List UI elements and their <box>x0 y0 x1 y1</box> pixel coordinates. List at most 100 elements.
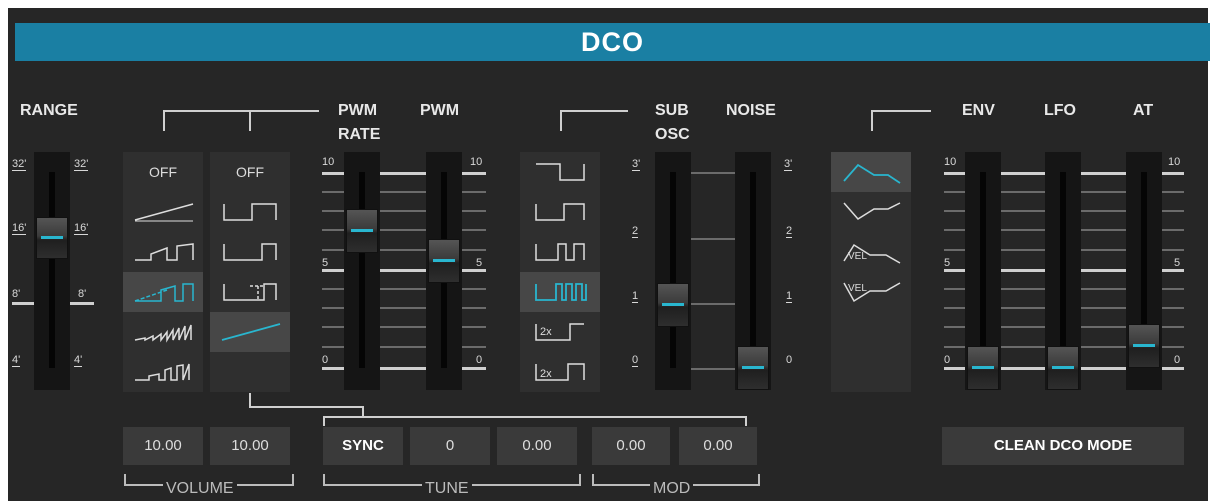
saw-pulse-wave-icon <box>135 243 194 261</box>
tune-1-value[interactable]: 0 <box>410 427 490 465</box>
pwm-rate-label-line2: RATE <box>338 126 381 143</box>
tick <box>380 191 428 193</box>
range-slider-knob[interactable] <box>36 217 68 259</box>
sub-scale-3: 3' <box>632 158 641 171</box>
sub-square-button[interactable] <box>520 152 600 192</box>
sub-osc-slider-knob[interactable] <box>657 283 689 327</box>
wave1-saw-sync-button[interactable] <box>123 312 203 352</box>
title-bar: DCO <box>15 23 1210 61</box>
sub-2x-pulse-button[interactable]: 2x <box>520 352 600 392</box>
sub-square-double-wave-icon <box>535 243 585 261</box>
pwm-rate-scale-0: 0 <box>322 354 329 366</box>
wave2-off-button[interactable]: OFF <box>210 152 290 192</box>
connector <box>323 416 325 426</box>
waveform-column-1: OFF <box>123 152 203 392</box>
wave1-saw-pulse-button[interactable] <box>123 232 203 272</box>
sub-2x-pulse-wave-icon: 2x <box>535 363 585 381</box>
waveform-column-2: OFF <box>210 152 290 392</box>
mod-group-label: MOD <box>650 481 694 497</box>
wave2-pulse-button[interactable] <box>210 232 290 272</box>
dco-app: DCO RANGE PWM RATE PWM SUB OSC NOISE ENV… <box>0 0 1214 501</box>
tick <box>690 238 738 240</box>
tick <box>690 368 738 370</box>
sub-square-2-wave-icon <box>535 203 585 221</box>
mod-2-value[interactable]: 0.00 <box>679 427 757 465</box>
wave-bracket-left <box>163 110 165 131</box>
sub-bracket-top <box>560 110 628 112</box>
pwm-rate-scale-5: 5 <box>322 257 329 269</box>
noise-scale-3: 3' <box>784 158 793 171</box>
pwm-rate-slider-knob[interactable] <box>346 209 378 253</box>
env-shape-normal-button[interactable] <box>831 152 911 192</box>
square-wave-icon <box>223 203 277 221</box>
tick <box>380 172 428 175</box>
tick <box>460 269 486 272</box>
sub-square-2-button[interactable] <box>520 192 600 232</box>
sub-2x-tag-1: 2x <box>540 326 552 338</box>
sub-osc-label-line2: OSC <box>655 126 690 143</box>
env-shape-vel-button[interactable]: VEL <box>831 232 911 272</box>
panel-title: DCO <box>581 27 644 57</box>
wave1-off-button[interactable]: OFF <box>123 152 203 192</box>
env-slider-knob[interactable] <box>967 346 999 390</box>
volume-1-value[interactable]: 10.00 <box>123 427 203 465</box>
sub-2x-square-button[interactable]: 2x <box>520 312 600 352</box>
pwm-rate-slot <box>359 172 365 368</box>
wave2-square-button[interactable] <box>210 192 290 232</box>
range-mark-8-right: 8' <box>78 288 87 300</box>
lfo-label: LFO <box>1044 102 1076 119</box>
tick <box>460 367 486 370</box>
tick <box>380 346 428 348</box>
env-shape-vel-inverted-button[interactable]: VEL <box>831 272 911 312</box>
wave1-saw-square-button[interactable] <box>123 272 203 312</box>
sub-osc-label-line1: SUB <box>655 102 689 119</box>
env-vel-label-2: VEL <box>848 283 867 294</box>
noise-slider-knob[interactable] <box>737 346 769 390</box>
sub-square-quad-button[interactable] <box>520 272 600 312</box>
tune-2-value[interactable]: 0.00 <box>497 427 577 465</box>
wave-bracket-top <box>163 110 319 112</box>
range-mark-16-left: 16' <box>12 222 27 235</box>
noise-scale-0: 0 <box>786 354 793 366</box>
mod-scale-10-right: 10 <box>1168 156 1181 168</box>
volume-group-label: VOLUME <box>163 481 237 497</box>
sub-scale-0: 0 <box>632 354 639 367</box>
range-mark-32-right: 32' <box>74 158 89 171</box>
sub-osc-slot <box>670 172 676 368</box>
sync-button[interactable]: SYNC <box>323 427 403 465</box>
tick <box>460 172 486 175</box>
tick <box>460 191 486 193</box>
mod-1-value[interactable]: 0.00 <box>592 427 670 465</box>
tick <box>460 307 486 309</box>
range-slot <box>49 172 55 368</box>
env-slot <box>980 172 986 368</box>
at-label: AT <box>1133 102 1154 119</box>
sub-2x-square-wave-icon: 2x <box>535 323 584 341</box>
noise-label: NOISE <box>726 102 776 119</box>
sub-square-double-button[interactable] <box>520 232 600 272</box>
tick <box>460 210 486 212</box>
env-shape-column: VEL VEL <box>831 152 911 392</box>
env-shape-inverted-button[interactable] <box>831 192 911 232</box>
pwm-scale-10: 10 <box>470 156 483 168</box>
saw-sync-wave-icon <box>134 324 192 343</box>
pulse-wave-icon <box>223 243 277 261</box>
pwm-wave-icon <box>223 283 277 301</box>
volume-2-value[interactable]: 10.00 <box>210 427 290 465</box>
noise-scale-2: 2 <box>786 225 793 238</box>
sub-square-quad-wave-icon <box>535 283 587 301</box>
clean-dco-mode-button[interactable]: CLEAN DCO MODE <box>942 427 1184 465</box>
pwm-scale-5: 5 <box>476 257 483 269</box>
tune-group-label: TUNE <box>422 481 472 497</box>
wave2-saw-button[interactable] <box>210 312 290 352</box>
sub-bracket-left <box>560 110 562 131</box>
lfo-slider-knob[interactable] <box>1047 346 1079 390</box>
saw-burst-wave-icon <box>135 363 190 381</box>
wave2-pwm-button[interactable] <box>210 272 290 312</box>
env-vel-label-1: VEL <box>848 251 867 262</box>
wave1-saw-button[interactable] <box>123 192 203 232</box>
noise-scale-1: 1 <box>786 290 793 303</box>
wave1-saw-burst-button[interactable] <box>123 352 203 392</box>
at-slider-knob[interactable] <box>1128 324 1160 368</box>
pwm-slider-knob[interactable] <box>428 239 460 283</box>
